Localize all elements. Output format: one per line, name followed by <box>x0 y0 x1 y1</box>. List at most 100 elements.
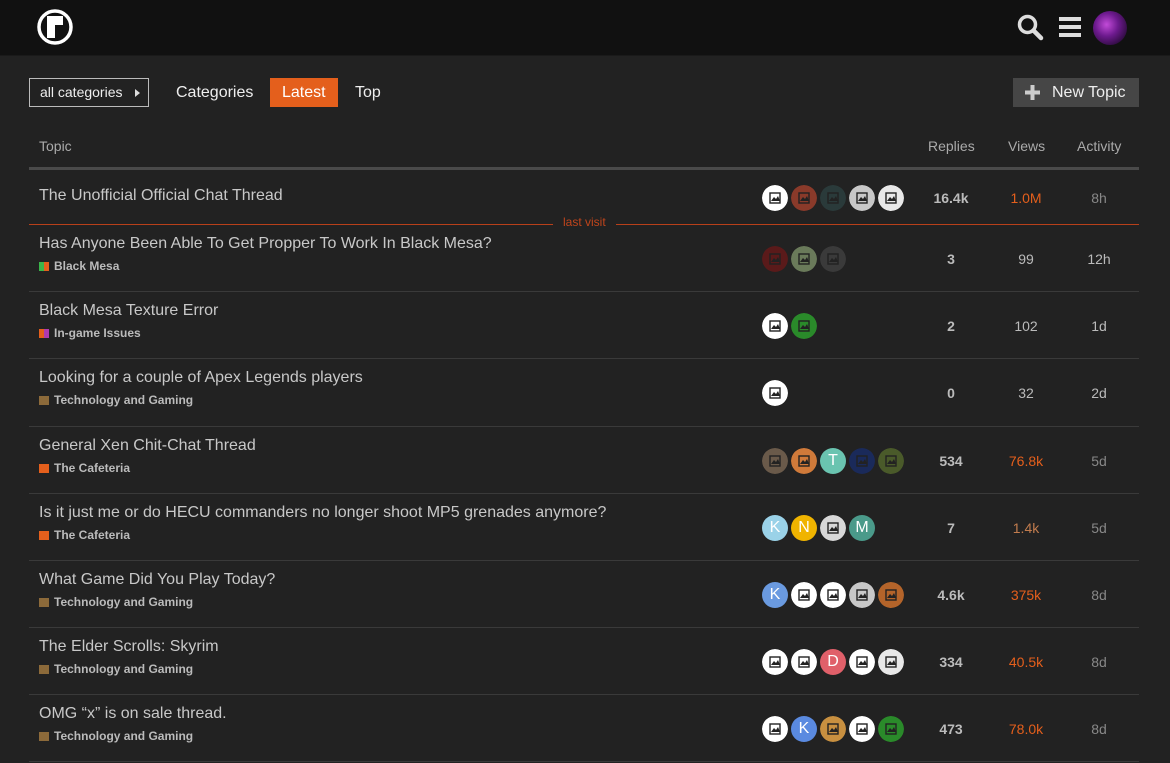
topic-title-link[interactable]: Has Anyone Been Able To Get Propper To W… <box>39 235 492 253</box>
caret-right-icon <box>135 89 140 97</box>
topic-category-link[interactable]: The Cafeteria <box>39 528 130 542</box>
topic-title-link[interactable]: Looking for a couple of Apex Legends pla… <box>39 369 363 387</box>
topic-replies: 473 <box>939 721 963 737</box>
topic-row[interactable]: Looking for a couple of Apex Legends pla… <box>29 359 1139 427</box>
topic-row[interactable]: The Elder Scrolls: Skyrim Technology and … <box>29 628 1139 695</box>
topic-activity[interactable]: 1d <box>1064 318 1134 334</box>
avatar-letter: K <box>769 586 781 603</box>
topic-replies: 334 <box>939 654 963 670</box>
poster-avatar[interactable] <box>762 246 788 272</box>
category-name: Technology and Gaming <box>54 595 194 609</box>
topic-activity[interactable]: 5d <box>1064 453 1134 469</box>
poster-avatar[interactable] <box>849 582 875 608</box>
topic-title-link[interactable]: The Unofficial Official Chat Thread <box>39 187 283 205</box>
topic-category-link[interactable]: The Cafeteria <box>39 461 130 475</box>
poster-avatar[interactable] <box>878 448 904 474</box>
poster-avatar[interactable] <box>849 649 875 675</box>
topic-row[interactable]: General Xen Chit-Chat Thread The Cafeteri… <box>29 427 1139 494</box>
topic-views: 375k <box>1010 587 1042 603</box>
topic-activity[interactable]: 2d <box>1064 385 1134 401</box>
topic-row[interactable]: What Game Did You Play Today? Technology … <box>29 561 1139 628</box>
topic-category-link[interactable]: Technology and Gaming <box>39 729 193 743</box>
new-topic-button[interactable]: New Topic <box>1013 78 1139 107</box>
current-user-avatar[interactable] <box>1093 11 1127 45</box>
poster-avatar[interactable] <box>878 185 904 211</box>
topic-activity[interactable]: 8d <box>1064 587 1134 603</box>
poster-avatar[interactable] <box>791 246 817 272</box>
topic-activity[interactable]: 5d <box>1064 520 1134 536</box>
column-views[interactable]: Views <box>1008 138 1045 154</box>
topic-category-link[interactable]: Technology and Gaming <box>39 393 193 407</box>
poster-avatar[interactable] <box>762 380 788 406</box>
topic-views: 40.5k <box>1008 654 1044 670</box>
topic-title-link[interactable]: The Elder Scrolls: Skyrim <box>39 638 219 656</box>
poster-avatar[interactable] <box>849 185 875 211</box>
poster-avatar[interactable] <box>762 649 788 675</box>
tab-top[interactable]: Top <box>343 78 393 107</box>
poster-avatar[interactable] <box>762 185 788 211</box>
hamburger-menu-icon[interactable] <box>1055 12 1085 42</box>
avatar-letter: T <box>828 452 838 469</box>
poster-avatar[interactable] <box>820 515 846 541</box>
poster-avatar[interactable] <box>762 448 788 474</box>
topic-replies: 16.4k <box>933 190 969 206</box>
lambda-logo[interactable] <box>37 9 73 45</box>
avatar-letter: N <box>798 519 810 536</box>
poster-avatar[interactable] <box>820 185 846 211</box>
topic-category-link[interactable]: Technology and Gaming <box>39 662 193 676</box>
category-name: Black Mesa <box>54 259 120 273</box>
topic-activity[interactable]: 8d <box>1064 721 1134 737</box>
topic-title-link[interactable]: Is it just me or do HECU commanders no l… <box>39 504 606 522</box>
column-activity[interactable]: Activity <box>1077 138 1121 154</box>
poster-avatar[interactable] <box>849 716 875 742</box>
category-name: Technology and Gaming <box>54 662 194 676</box>
topic-title-link[interactable]: OMG “x” is on sale thread. <box>39 705 227 723</box>
search-icon[interactable] <box>1015 12 1045 42</box>
poster-avatar[interactable] <box>878 582 904 608</box>
topic-category-link[interactable]: Technology and Gaming <box>39 595 193 609</box>
poster-avatar[interactable]: T <box>820 448 846 474</box>
topic-replies: 2 <box>947 318 955 334</box>
topic-title-link[interactable]: General Xen Chit-Chat Thread <box>39 437 256 455</box>
poster-avatar[interactable] <box>791 448 817 474</box>
topic-category-link[interactable]: Black Mesa <box>39 259 119 273</box>
topic-activity[interactable]: 8d <box>1064 654 1134 670</box>
topic-row[interactable]: Is it just me or do HECU commanders no l… <box>29 494 1139 561</box>
poster-avatar[interactable] <box>820 582 846 608</box>
category-color-swatch <box>39 396 49 405</box>
topic-replies: 7 <box>947 520 955 536</box>
column-replies[interactable]: Replies <box>928 138 975 154</box>
poster-avatar[interactable]: K <box>791 716 817 742</box>
category-dropdown[interactable]: all categories <box>29 78 149 107</box>
poster-avatar[interactable] <box>791 582 817 608</box>
poster-avatar[interactable] <box>791 185 817 211</box>
topic-category-link[interactable]: In-game Issues <box>39 326 141 340</box>
category-color-swatch <box>39 531 49 540</box>
topic-row[interactable]: Has Anyone Been Able To Get Propper To W… <box>29 225 1139 292</box>
topic-activity[interactable]: 8h <box>1064 190 1134 206</box>
poster-avatar[interactable] <box>820 246 846 272</box>
poster-avatar[interactable] <box>762 716 788 742</box>
tab-latest[interactable]: Latest <box>270 78 338 107</box>
poster-avatar[interactable] <box>849 448 875 474</box>
tab-categories[interactable]: Categories <box>164 78 265 107</box>
poster-avatar[interactable]: N <box>791 515 817 541</box>
topic-title-link[interactable]: What Game Did You Play Today? <box>39 571 275 589</box>
category-color-swatch <box>39 732 49 741</box>
poster-avatar[interactable] <box>820 716 846 742</box>
poster-avatar[interactable] <box>791 649 817 675</box>
topic-title-link[interactable]: Black Mesa Texture Error <box>39 302 218 320</box>
column-topic[interactable]: Topic <box>39 138 72 154</box>
topic-posters <box>762 380 791 406</box>
poster-avatar[interactable] <box>762 313 788 339</box>
poster-avatar[interactable] <box>791 313 817 339</box>
topic-row[interactable]: OMG “x” is on sale thread. Technology and… <box>29 695 1139 762</box>
poster-avatar[interactable] <box>878 649 904 675</box>
poster-avatar[interactable]: K <box>762 582 788 608</box>
poster-avatar[interactable]: D <box>820 649 846 675</box>
poster-avatar[interactable] <box>878 716 904 742</box>
topic-row[interactable]: Black Mesa Texture Error In-game Issues 2 1… <box>29 292 1139 359</box>
poster-avatar[interactable]: M <box>849 515 875 541</box>
poster-avatar[interactable]: K <box>762 515 788 541</box>
topic-activity[interactable]: 12h <box>1064 251 1134 267</box>
